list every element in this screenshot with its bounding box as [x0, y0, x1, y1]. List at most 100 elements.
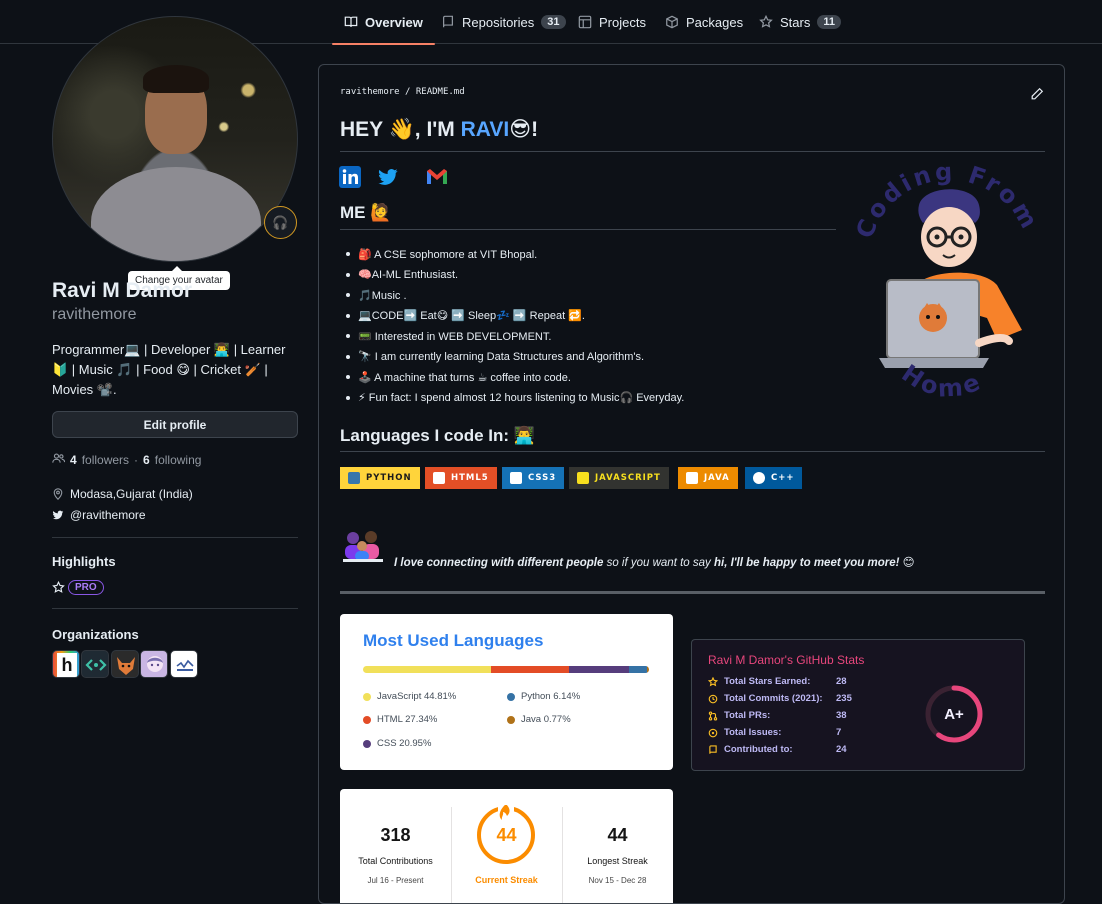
top-languages-title: Most Used Languages — [363, 631, 544, 650]
badge-css3[interactable]: CSS3 — [502, 467, 565, 489]
tab-repositories[interactable]: Repositories 31 — [441, 0, 566, 44]
legend-dot — [363, 692, 371, 701]
total-range: Jul 16 - Present — [367, 876, 424, 885]
following-count[interactable]: 6 — [143, 453, 150, 467]
readme-heading: HEY 👋, I'M RAVI😎! — [340, 117, 538, 142]
longest-value: 44 — [607, 825, 628, 845]
readme-breadcrumb[interactable]: ravithemore / README.md — [340, 87, 465, 97]
org-avatar-community[interactable] — [170, 650, 198, 678]
linkedin-icon[interactable] — [339, 166, 361, 188]
stat-row: Total Stars Earned: — [708, 676, 810, 687]
twitter-bird-icon[interactable] — [376, 166, 398, 188]
badge-html5-label: HTML5 — [451, 473, 489, 483]
tab-projects-label: Projects — [599, 14, 646, 30]
list-item: 🔭 I am currently learning Data Structure… — [340, 347, 810, 368]
languages-title: Languages I code In: 👨‍💻 — [340, 426, 535, 445]
streak-divider — [451, 807, 452, 903]
connect-message: I love connecting with different people … — [394, 555, 915, 569]
stat-value: 28 — [836, 676, 847, 687]
followers-count[interactable]: 4 — [70, 453, 77, 467]
repo-icon — [441, 15, 455, 29]
stat-label: Total Commits (2021): — [724, 693, 823, 704]
badge-html5[interactable]: HTML5 — [425, 467, 497, 489]
rank-grade: A+ — [944, 705, 964, 723]
stat-label: Contributed to: — [724, 744, 793, 755]
readme-card: ravithemore / README.md HEY 👋, I'M RAVI😎… — [318, 64, 1065, 904]
org-avatar-fox[interactable] — [111, 650, 139, 678]
stat-row: Total Commits (2021): — [708, 693, 823, 704]
legend-label: HTML 27.34% — [377, 714, 438, 725]
people-icon — [52, 452, 66, 468]
tab-overview[interactable]: Overview — [332, 0, 435, 45]
badge-javascript[interactable]: JAVASCRIPT — [569, 467, 669, 489]
heading-name: RAVI — [460, 118, 510, 141]
badge-python-label: PYTHON — [366, 473, 412, 483]
pencil-icon[interactable] — [1030, 87, 1044, 101]
twitter-handle[interactable]: @ravithemore — [70, 508, 146, 522]
java-icon — [686, 472, 698, 484]
profile-bio: Programmer💻 | Developer 👨‍💻 | Learner 🔰 … — [52, 342, 286, 397]
following-label[interactable]: following — [155, 453, 202, 467]
star-outline-icon — [52, 580, 65, 594]
sidebar-divider — [52, 608, 298, 609]
legend-label: JavaScript 44.81% — [377, 691, 457, 702]
top-languages-card[interactable]: Most Used Languages JavaScript 44.81% HT… — [340, 614, 673, 770]
tab-stars[interactable]: Stars 11 — [759, 0, 841, 44]
legend-item: JavaScript 44.81% — [363, 691, 456, 702]
repo-icon — [708, 744, 718, 755]
badge-java[interactable]: JAVA — [678, 467, 738, 489]
location-row: Modasa,Gujarat (India) — [52, 487, 193, 501]
connect-bold2: hi, I'll be happy to meet you more! — [713, 557, 900, 569]
list-item: 🎒 A CSE sophomore at VIT Bhopal. — [340, 244, 810, 265]
book-icon — [344, 15, 358, 29]
tab-projects[interactable]: Projects — [578, 0, 646, 44]
badge-python[interactable]: PYTHON — [340, 467, 420, 489]
total-contributions: 318 Total Contributions Jul 16 - Present — [340, 789, 451, 885]
stars-count: 11 — [817, 15, 841, 29]
badge-java-label: JAVA — [704, 473, 730, 483]
org-avatar-anime[interactable] — [140, 650, 168, 678]
legend-item: Java 0.77% — [507, 714, 571, 725]
stat-row: Total Issues: — [708, 727, 781, 738]
stat-row: Contributed to: — [708, 744, 793, 755]
badge-cpp[interactable]: C++ — [745, 467, 803, 489]
code-brackets-icon — [85, 659, 107, 671]
list-item: 🧠AI-ML Enthusiast. — [340, 265, 810, 286]
org-avatar-code[interactable] — [81, 650, 109, 678]
org-avatar-h[interactable]: h — [52, 650, 80, 678]
twitter-icon — [52, 509, 64, 521]
legend-item: Python 6.14% — [507, 691, 580, 702]
tab-overview-label: Overview — [365, 14, 423, 30]
tab-stars-label: Stars — [780, 14, 811, 30]
organizations-title: Organizations — [52, 627, 139, 642]
github-stats-card[interactable]: Ravi M Damor's GitHub Stats Total Stars … — [691, 639, 1025, 771]
streak-card[interactable]: 318 Total Contributions Jul 16 - Present… — [340, 789, 673, 903]
current-value: 44 — [496, 825, 517, 845]
facts-list: 🎒 A CSE sophomore at VIT Bhopal. 🧠AI-ML … — [340, 244, 810, 408]
gmail-icon[interactable] — [425, 166, 447, 188]
twitter-row[interactable]: @ravithemore — [52, 508, 146, 522]
heading-suffix: 😎! — [509, 118, 539, 141]
location-text: Modasa,Gujarat (India) — [70, 487, 193, 501]
badge-javascript-label: JAVASCRIPT — [595, 473, 661, 483]
javascript-icon — [577, 472, 589, 484]
followers-label[interactable]: followers — [82, 453, 129, 467]
tab-packages[interactable]: Packages — [665, 0, 743, 44]
rank-circle: A+ — [924, 684, 984, 744]
edit-profile-button[interactable]: Edit profile — [52, 411, 298, 438]
legend-dot — [507, 715, 515, 724]
pro-badge: PRO — [68, 580, 104, 595]
html5-icon — [433, 472, 445, 484]
headphones-icon: 🎧 — [272, 214, 289, 230]
avatar[interactable] — [52, 16, 298, 262]
tab-repositories-label: Repositories — [462, 14, 535, 30]
connect-mid: so if you want to say — [603, 557, 714, 569]
set-status-button[interactable]: 🎧 — [264, 206, 297, 239]
follow-separator: · — [134, 453, 139, 467]
total-label: Total Contributions — [358, 856, 433, 866]
avatar-hair-shape — [143, 65, 209, 93]
legend-dot — [363, 739, 371, 748]
avatar-body-shape — [91, 167, 261, 261]
org-h-letter-shape: h — [57, 653, 77, 677]
badge-cpp-label: C++ — [771, 473, 795, 483]
